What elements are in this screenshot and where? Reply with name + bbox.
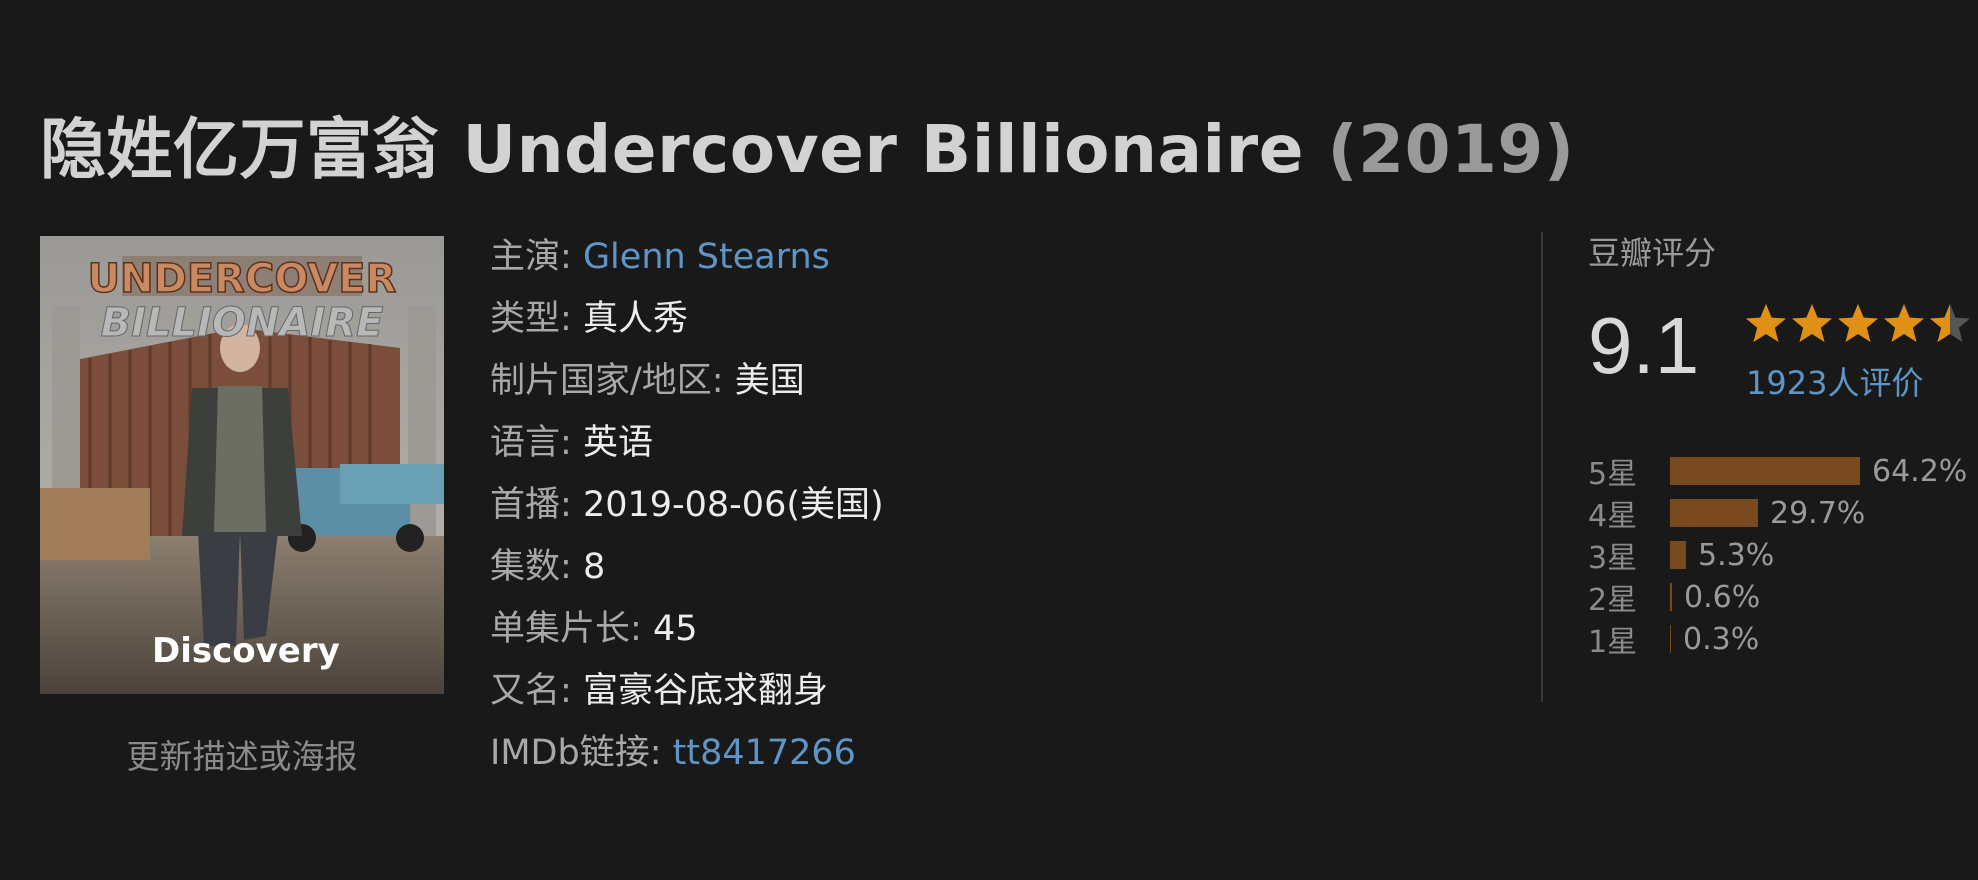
distribution-percent: 0.6% [1684,579,1761,615]
show-title: 隐姓亿万富翁 Undercover Billionaire [40,111,1304,188]
genre-value: 真人秀 [582,299,688,339]
distribution-label: 1星 [1588,625,1638,660]
info-panel: 主演: Glenn Stearns 类型: 真人秀 制片国家/地区: 美国 语言… [490,232,884,790]
distribution-percent: 29.7% [1770,495,1866,531]
episodes-row: 集数: 8 [490,542,884,604]
imdb-link[interactable]: tt8417266 [673,733,856,773]
star-icon [1930,304,1970,342]
country-row: 制片国家/地区: 美国 [490,356,884,418]
distribution-row-5: 5星 64.2% [1588,450,1968,493]
episodes-value: 8 [582,547,606,587]
premiere-label: 首播: [490,485,572,525]
distribution-row-1: 1星 0.3% [1588,618,1967,661]
distribution-row-4: 4星 29.7% [1588,492,1967,535]
star-icon [1792,304,1832,342]
premiere-row: 首播: 2019-08-06(美国) [490,480,884,542]
poster-title-line1: UNDERCOVER [88,256,397,302]
distribution-percent: 64.2% [1872,453,1968,489]
premiere-value: 2019-08-06(美国) [582,485,884,525]
distribution-row-3: 3星 5.3% [1588,534,1967,577]
cast-link[interactable]: Glenn Stearns [583,237,830,277]
poster-artwork: UNDERCOVER BILLIONAIRE Discovery [40,236,444,694]
distribution-label: 5星 [1588,457,1638,492]
aka-row: 又名: 富豪谷底求翻身 [490,666,884,728]
aka-value: 富豪谷底求翻身 [582,671,828,711]
cast-label: 主演: [490,237,572,277]
rating-distribution: 5星 64.2% 4星 29.7% 3星 5.3% 2星 0.6% 1星 0.3% [1588,450,1968,661]
star-icon [1838,304,1878,342]
votes-count-link[interactable]: 1923人评价 [1746,358,1923,404]
distribution-bar [1670,499,1758,527]
poster-title-line2: BILLIONAIRE [101,300,384,346]
update-description-link[interactable]: 更新描述或海报 [40,730,444,778]
page-title: 隐姓亿万富翁 Undercover Billionaire (2019) [40,96,1575,192]
runtime-row: 单集片长: 45 [490,604,884,666]
imdb-row: IMDb链接: tt8417266 [490,728,884,790]
language-row: 语言: 英语 [490,418,884,480]
country-label: 制片国家/地区: [490,361,724,401]
cast-row: 主演: Glenn Stearns [490,232,884,294]
distribution-bar [1670,583,1672,611]
country-value: 美国 [734,361,805,401]
distribution-row-2: 2星 0.6% [1588,576,1967,619]
rating-panel: 豆瓣评分 9.1 1923人评价 5星 64.2% 4星 29.7% 3星 5.3% … [1588,228,1970,660]
distribution-bar [1670,457,1860,485]
discovery-logo: Discovery [152,631,340,671]
distribution-label: 4星 [1588,499,1638,534]
distribution-bar [1670,625,1671,653]
runtime-value: 45 [652,609,698,649]
distribution-bar [1670,541,1686,569]
episodes-label: 集数: [490,547,572,587]
language-label: 语言: [490,423,572,463]
distribution-percent: 5.3% [1698,537,1775,573]
section-divider [1541,232,1543,702]
rating-score: 9.1 [1588,301,1700,390]
distribution-label: 3星 [1588,541,1638,576]
distribution-percent: 0.3% [1683,621,1760,657]
star-rating [1744,302,1972,346]
genre-row: 类型: 真人秀 [490,294,884,356]
star-icon [1746,304,1786,342]
language-value: 英语 [582,423,653,463]
poster-image[interactable]: UNDERCOVER BILLIONAIRE Discovery [40,236,444,694]
genre-label: 类型: [490,299,572,339]
release-year: (2019) [1327,111,1575,188]
aka-label: 又名: [490,671,572,711]
distribution-label: 2星 [1588,583,1638,618]
runtime-label: 单集片长: [490,609,642,649]
rating-label: 豆瓣评分 [1588,234,1717,272]
imdb-label: IMDb链接: [490,733,662,773]
star-icon [1884,304,1924,342]
